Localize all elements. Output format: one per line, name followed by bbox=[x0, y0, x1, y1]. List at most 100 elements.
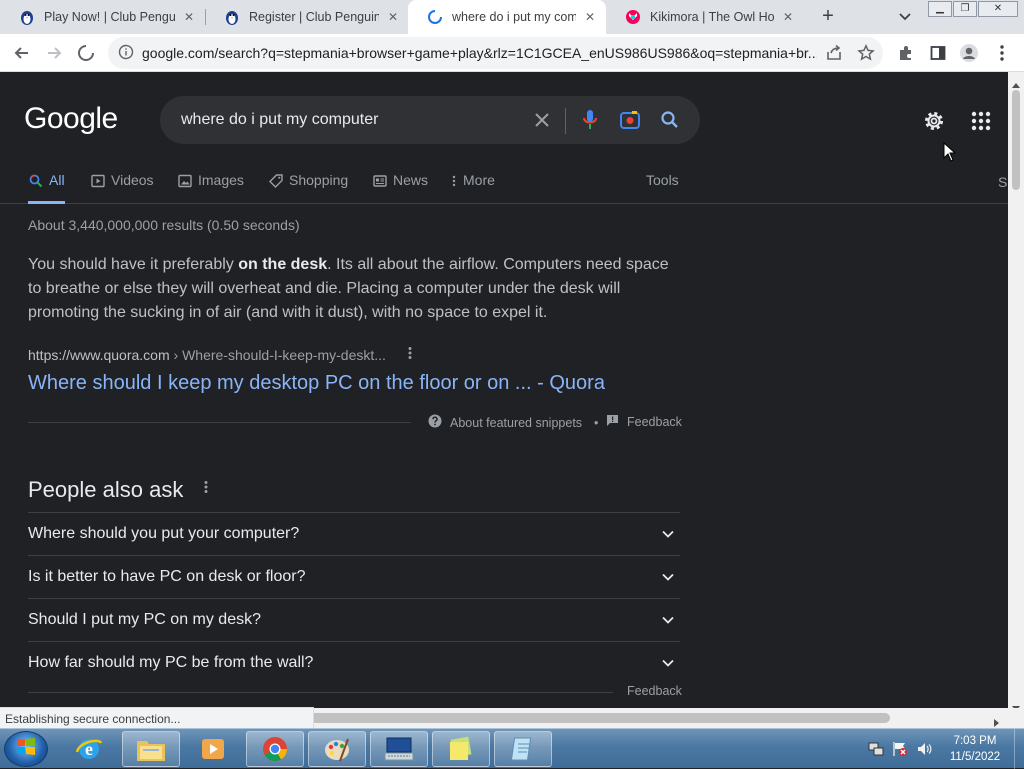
feedback-label: Feedback bbox=[627, 415, 682, 429]
about-featured-snippets[interactable]: About featured snippets • bbox=[428, 414, 608, 431]
tag-icon bbox=[268, 173, 284, 189]
search-nav-tabs: All Videos Images Shopping News More Too… bbox=[0, 168, 1008, 204]
taskbar-clock[interactable]: 7:03 PM 11/5/2022 bbox=[940, 733, 1010, 765]
start-button[interactable] bbox=[4, 731, 48, 767]
people-also-ask-heading: People also ask bbox=[28, 477, 184, 502]
about-snippets-label: About featured snippets bbox=[450, 415, 583, 430]
browser-menu-icon[interactable] bbox=[991, 42, 1013, 64]
restore-button[interactable]: ❐ bbox=[953, 1, 977, 17]
question-text: How far should my PC be from the wall? bbox=[28, 654, 314, 671]
tab-club-penguin-play[interactable]: Play Now! | Club Penguin ✕ bbox=[0, 0, 205, 34]
paa-options-icon[interactable] bbox=[198, 480, 214, 500]
file-explorer-icon[interactable] bbox=[122, 731, 180, 767]
penguin-icon bbox=[223, 8, 241, 26]
google-logo[interactable]: Google bbox=[24, 102, 118, 136]
result-options-icon[interactable] bbox=[402, 346, 418, 364]
windows-logo-icon bbox=[15, 736, 37, 763]
window-close-button[interactable]: ✕ bbox=[978, 1, 1018, 17]
clock-date: 11/5/2022 bbox=[949, 751, 1001, 763]
sticky-notes-icon[interactable] bbox=[432, 731, 490, 767]
result-cite[interactable]: https://www.quora.com › Where-should-I-k… bbox=[28, 347, 386, 363]
search-icon[interactable] bbox=[658, 108, 682, 132]
paa-question[interactable]: Should I put my PC on my desk? bbox=[28, 598, 680, 641]
chevron-down-icon bbox=[660, 569, 676, 585]
tab-google-search[interactable]: where do i put my compu ✕ bbox=[408, 0, 606, 34]
question-text: Is it better to have PC on desk or floor… bbox=[28, 568, 306, 585]
extensions-puzzle-icon[interactable] bbox=[895, 42, 917, 64]
divider bbox=[28, 692, 613, 693]
divider bbox=[28, 422, 411, 423]
tab-search-chevron-icon[interactable] bbox=[896, 7, 914, 25]
vertical-scrollbar[interactable] bbox=[1008, 72, 1024, 711]
search-box[interactable]: where do i put my computer bbox=[160, 96, 700, 144]
close-icon[interactable]: ✕ bbox=[385, 10, 401, 24]
scrollbar-thumb[interactable] bbox=[310, 713, 890, 723]
volume-icon[interactable] bbox=[916, 741, 932, 762]
paa-question[interactable]: How far should my PC be from the wall? bbox=[28, 641, 680, 684]
close-icon[interactable]: ✕ bbox=[181, 10, 197, 24]
address-bar[interactable]: google.com/search?q=stepmania+browser+ga… bbox=[108, 37, 883, 69]
internet-explorer-icon[interactable]: e bbox=[60, 731, 118, 767]
close-icon[interactable]: ✕ bbox=[780, 10, 796, 24]
share-icon[interactable] bbox=[825, 44, 843, 67]
notepad-icon[interactable] bbox=[494, 731, 552, 767]
paa-feedback-button[interactable]: Feedback bbox=[627, 684, 682, 698]
close-icon[interactable]: ✕ bbox=[582, 10, 598, 24]
tab-label: News bbox=[393, 172, 429, 188]
tab-label: Videos bbox=[111, 172, 154, 188]
site-info-icon[interactable] bbox=[118, 44, 134, 65]
network-icon[interactable] bbox=[868, 741, 884, 762]
camera-lens-icon[interactable] bbox=[618, 108, 642, 132]
forward-arrow-icon[interactable] bbox=[43, 42, 65, 64]
clear-icon[interactable] bbox=[530, 108, 554, 132]
back-arrow-icon[interactable] bbox=[11, 42, 33, 64]
reload-spinner-icon[interactable] bbox=[75, 42, 97, 64]
tab-strip: Play Now! | Club Penguin ✕ Register | Cl… bbox=[0, 0, 1024, 34]
tab-more[interactable]: More bbox=[450, 172, 495, 204]
snippet-feedback-button[interactable]: Feedback bbox=[606, 414, 682, 430]
side-panel-icon[interactable] bbox=[927, 42, 949, 64]
tab-images[interactable]: Images bbox=[177, 172, 244, 204]
tab-videos[interactable]: Videos bbox=[90, 172, 154, 204]
tab-label: Images bbox=[198, 172, 244, 188]
microphone-icon[interactable] bbox=[578, 108, 602, 132]
result-title-link[interactable]: Where should I keep my desktop PC on the… bbox=[28, 372, 605, 395]
loading-spinner-icon bbox=[426, 8, 444, 26]
fandom-icon bbox=[624, 8, 642, 26]
paa-question[interactable]: Is it better to have PC on desk or floor… bbox=[28, 555, 680, 598]
question-text: Should I put my PC on my desk? bbox=[28, 611, 261, 628]
cite-path: › Where-should-I-keep-my-deskt... bbox=[169, 347, 386, 363]
keyboard-app-icon[interactable] bbox=[370, 731, 428, 767]
minimize-button[interactable]: ▁ bbox=[928, 1, 952, 17]
tab-title: Play Now! | Club Penguin bbox=[44, 10, 175, 24]
settings-gear-icon[interactable] bbox=[922, 109, 946, 133]
google-apps-grid-icon[interactable] bbox=[969, 109, 993, 133]
new-tab-button[interactable]: + bbox=[818, 5, 838, 27]
action-center-flag-icon[interactable] bbox=[892, 741, 908, 762]
tab-club-penguin-register[interactable]: Register | Club Penguin Le ✕ bbox=[205, 0, 409, 34]
snippet-text-start: You should have it preferably bbox=[28, 256, 239, 273]
bookmark-star-icon[interactable] bbox=[857, 43, 875, 67]
tab-news[interactable]: News bbox=[372, 172, 428, 204]
tab-title: Register | Club Penguin Le bbox=[249, 10, 379, 24]
chrome-icon[interactable] bbox=[246, 731, 304, 767]
paint-icon[interactable] bbox=[308, 731, 366, 767]
tab-shopping[interactable]: Shopping bbox=[268, 172, 348, 204]
video-icon bbox=[90, 173, 106, 189]
tab-title: where do i put my compu bbox=[452, 10, 576, 24]
media-player-icon[interactable] bbox=[184, 731, 242, 767]
result-stats: About 3,440,000,000 results (0.50 second… bbox=[28, 217, 300, 233]
tools-label: Tools bbox=[646, 172, 679, 188]
profile-avatar-icon[interactable] bbox=[958, 42, 980, 64]
tab-kikimora-owl-house[interactable]: Kikimora | The Owl House ✕ bbox=[606, 0, 804, 34]
show-desktop-button[interactable] bbox=[1014, 729, 1024, 769]
question-text: Where should you put your computer? bbox=[28, 525, 300, 542]
tools-button[interactable]: Tools bbox=[646, 172, 679, 204]
paa-question[interactable]: Where should you put your computer? bbox=[28, 512, 680, 555]
tab-all[interactable]: All bbox=[28, 172, 65, 204]
snippet-highlight: on the desk bbox=[238, 256, 328, 273]
search-input[interactable]: where do i put my computer bbox=[181, 111, 378, 129]
feedback-icon bbox=[606, 414, 619, 430]
scrollbar-thumb[interactable] bbox=[1012, 90, 1020, 190]
search-icon bbox=[28, 173, 44, 189]
